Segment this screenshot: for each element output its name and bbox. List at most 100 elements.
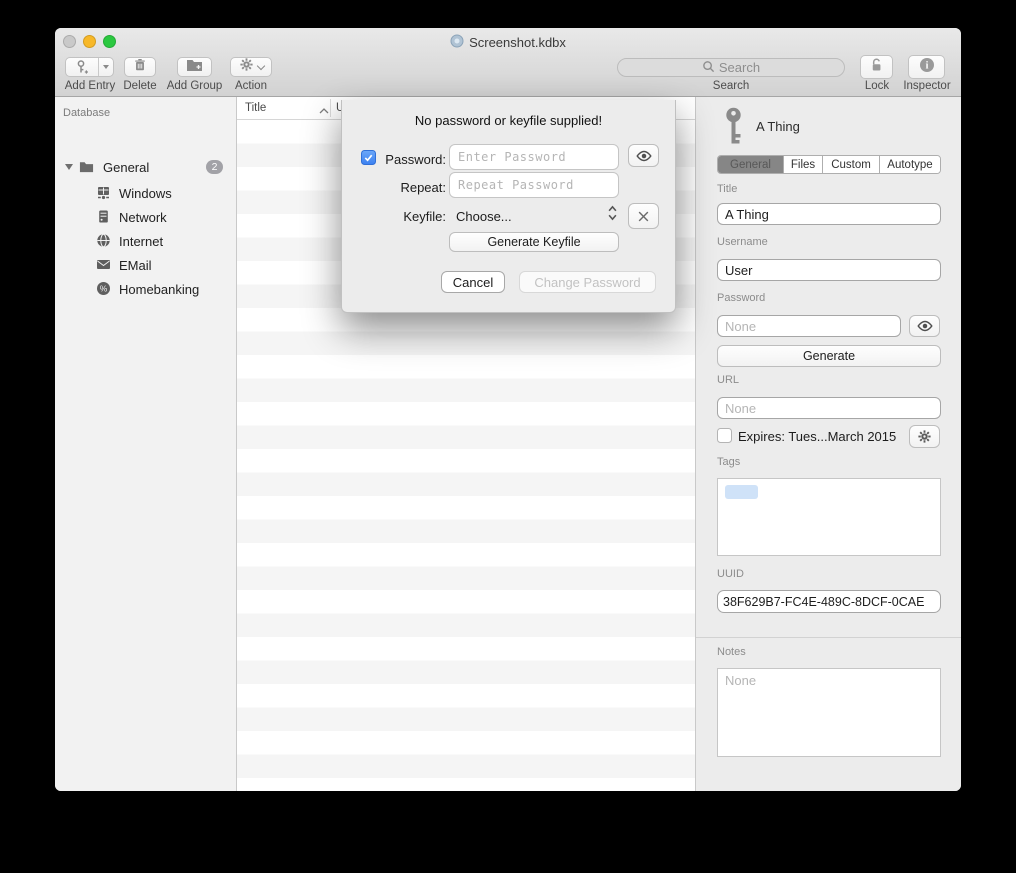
chevron-down-icon [256,61,264,69]
action-button[interactable] [230,57,272,77]
tab-general[interactable]: General [718,156,784,173]
username-field[interactable] [717,259,941,281]
sidebar-item-homebanking[interactable]: % Homebanking [55,277,236,301]
password-field[interactable] [717,315,901,337]
section-divider [696,637,961,638]
expires-settings-button[interactable] [909,425,940,448]
group-label: EMail [119,258,152,273]
inspector-button[interactable]: i [908,55,945,79]
tab-files[interactable]: Files [784,156,823,173]
expires-checkbox[interactable] [717,428,732,443]
sheet-message: No password or keyfile supplied! [342,113,675,128]
username-label: Username [717,236,768,248]
password-label: Password [717,292,765,304]
info-icon: i [919,57,935,78]
gear-icon [239,57,254,77]
add-group-button[interactable] [177,57,212,77]
stepper-icon[interactable] [608,204,617,227]
trash-icon [133,58,147,77]
change-password-button[interactable]: Change Password [519,271,656,293]
expires-label: Expires: Tues...March 2015 [738,429,896,444]
network-icon [96,209,111,224]
key-icon [722,107,745,152]
folder-icon [79,160,94,175]
eye-icon [635,150,653,162]
tags-field[interactable] [717,478,941,556]
tab-custom[interactable]: Custom [823,156,880,173]
url-label: URL [717,374,739,386]
sidebar: Database General 2 Windows Network [55,97,237,791]
entry-count-badge: 2 [206,160,223,174]
tags-label: Tags [717,456,740,468]
disclosure-triangle-icon[interactable] [65,164,73,170]
svg-text:%: % [100,284,108,294]
sidebar-item-windows[interactable]: Windows [55,181,236,205]
folder-plus-icon [186,58,203,77]
gear-icon [917,429,932,444]
delete-button[interactable] [124,57,156,77]
change-password-sheet: No password or keyfile supplied! Passwor… [341,100,676,313]
caret-down-icon [103,65,109,69]
lock-open-icon [869,57,884,78]
tag-chip[interactable] [725,485,758,499]
homebanking-icon: % [96,281,111,296]
lock-button[interactable] [860,55,893,79]
cancel-button[interactable]: Cancel [441,271,505,293]
keyfile-field-label: Keyfile: [342,209,446,224]
tab-autotype[interactable]: Autotype [880,156,940,173]
search-icon [702,60,715,76]
email-icon [96,257,111,272]
add-entry-dropdown[interactable] [98,58,113,76]
generate-password-button[interactable]: Generate [717,345,941,367]
entry-title: A Thing [756,119,800,134]
search-input[interactable]: Search [617,58,845,77]
action-label: Action [226,80,276,92]
svg-text:i: i [925,60,928,71]
title-label: Title [717,183,737,195]
sidebar-item-general[interactable]: General 2 [55,155,236,179]
sidebar-item-email[interactable]: EMail [55,253,236,277]
repeat-password-input[interactable] [449,172,619,198]
generate-keyfile-button[interactable]: Generate Keyfile [449,232,619,252]
inspector-panel: A Thing General Files Custom Autotype Ti… [695,97,961,791]
add-group-label: Add Group [161,80,228,92]
delete-label: Delete [114,80,166,92]
sidebar-item-internet[interactable]: Internet [55,229,236,253]
sidebar-header: Database [63,107,110,119]
password-input[interactable] [449,144,619,170]
url-field[interactable] [717,397,941,419]
windows-icon [96,185,111,200]
notes-label: Notes [717,646,746,658]
reveal-password-button[interactable] [909,315,940,337]
title-field[interactable] [717,203,941,225]
search-label: Search [617,80,845,92]
notes-field[interactable] [717,668,941,757]
eye-icon [916,320,934,332]
reveal-password-button[interactable] [628,144,659,167]
password-field-label: Password: [342,152,446,167]
group-label: Internet [119,234,163,249]
window-title: Screenshot.kdbx [469,35,566,50]
add-entry-label: Add Entry [59,80,121,92]
group-label: Windows [119,186,172,201]
uuid-field[interactable] [717,590,941,613]
repeat-field-label: Repeat: [342,180,446,195]
document-icon [450,34,464,51]
uuid-label: UUID [717,568,744,580]
app-window: Screenshot.kdbx Add Entry Delete Add Gro… [55,28,961,791]
clear-keyfile-button[interactable] [628,203,659,229]
keyfile-select[interactable]: Choose... [456,209,512,224]
add-entry-button[interactable] [65,57,114,77]
sidebar-item-network[interactable]: Network [55,205,236,229]
internet-icon [96,233,111,248]
sort-ascending-icon [319,105,329,117]
key-plus-icon [66,58,98,76]
inspector-label: Inspector [896,80,958,92]
inspector-tabs: General Files Custom Autotype [717,155,941,174]
group-label: General [103,160,149,175]
group-label: Homebanking [119,282,199,297]
close-icon [637,210,650,223]
column-header-title[interactable]: Title [245,102,266,114]
search-placeholder: Search [719,60,760,75]
column-divider[interactable] [330,99,331,117]
